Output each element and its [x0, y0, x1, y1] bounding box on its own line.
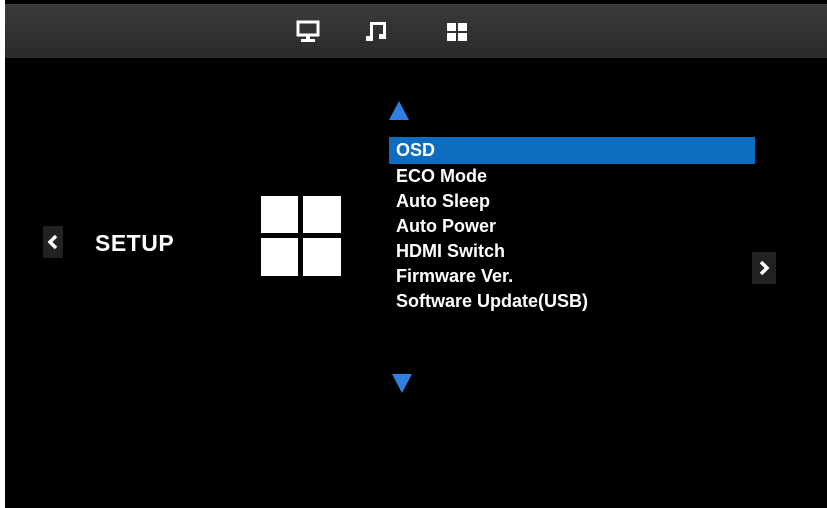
menu-item-eco-mode[interactable]: ECO Mode	[389, 164, 755, 189]
setup-grid-icon[interactable]	[445, 20, 469, 44]
menu-item-software-update[interactable]: Software Update(USB)	[389, 289, 755, 314]
scroll-down-arrow-icon[interactable]	[391, 372, 413, 394]
next-category-button[interactable]	[752, 252, 776, 284]
chevron-left-icon	[47, 234, 58, 250]
setup-large-icon	[261, 196, 341, 276]
menu-item-auto-power[interactable]: Auto Power	[389, 214, 755, 239]
chevron-right-icon	[759, 260, 770, 276]
previous-category-button[interactable]	[43, 226, 63, 258]
section-title: SETUP	[95, 230, 175, 256]
music-note-icon[interactable]	[365, 20, 389, 44]
scroll-up-arrow-icon[interactable]	[388, 100, 410, 122]
top-category-bar	[5, 4, 827, 58]
tv-screen: SETUP OSD ECO Mode Auto Sleep Auto Power…	[5, 0, 827, 508]
menu-item-firmware-ver[interactable]: Firmware Ver.	[389, 264, 755, 289]
monitor-icon[interactable]	[296, 20, 320, 44]
setup-menu-list: OSD ECO Mode Auto Sleep Auto Power HDMI …	[389, 137, 755, 314]
menu-item-hdmi-switch[interactable]: HDMI Switch	[389, 239, 755, 264]
menu-item-osd[interactable]: OSD	[389, 137, 755, 164]
menu-item-auto-sleep[interactable]: Auto Sleep	[389, 189, 755, 214]
